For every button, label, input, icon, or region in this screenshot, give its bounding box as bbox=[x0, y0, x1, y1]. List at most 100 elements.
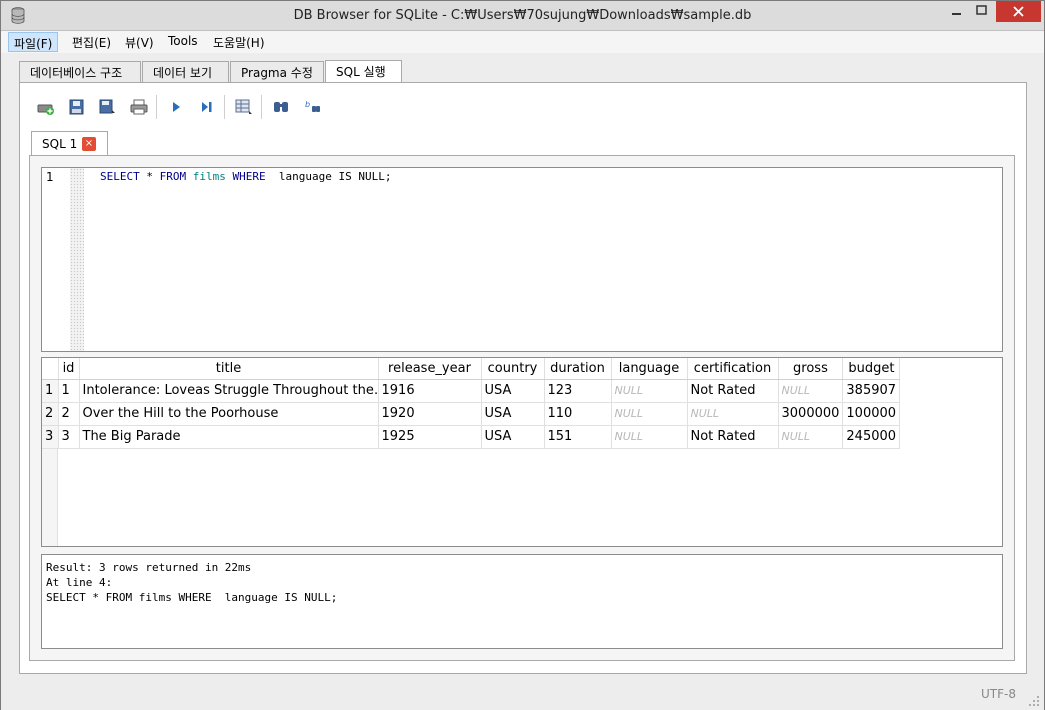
cell-duration[interactable]: 110 bbox=[544, 402, 612, 426]
cell-language[interactable]: NULL bbox=[611, 402, 688, 426]
close-icon bbox=[1013, 6, 1024, 17]
sql-editor[interactable]: 1 SELECT * FROM films WHERE language IS … bbox=[41, 167, 1003, 352]
tab-edit-pragmas[interactable]: Pragma 수정 bbox=[230, 61, 324, 82]
window-title: DB Browser for SQLite - C:₩Users₩70sujun… bbox=[293, 8, 752, 23]
cell-duration[interactable]: 123 bbox=[544, 379, 612, 403]
column-header[interactable]: gross bbox=[778, 358, 844, 380]
sql-code[interactable]: SELECT * FROM films WHERE language IS NU… bbox=[100, 170, 391, 183]
cell-gross[interactable]: NULL bbox=[778, 425, 844, 449]
save-sql-icon[interactable] bbox=[99, 98, 117, 116]
cell-release-year[interactable]: 1920 bbox=[378, 402, 482, 426]
results-table: id title release_year country duration l… bbox=[42, 358, 901, 449]
sql-keyword: FROM bbox=[159, 170, 187, 183]
cell-country[interactable]: USA bbox=[481, 402, 545, 426]
execute-sql-panel: b SQL 1 × 1 SELECT * FROM films WHERE la… bbox=[19, 82, 1027, 674]
resize-grip-icon[interactable] bbox=[1028, 695, 1040, 707]
close-tab-icon[interactable]: × bbox=[82, 137, 96, 151]
results-grid[interactable]: id title release_year country duration l… bbox=[41, 357, 1003, 547]
print-icon[interactable] bbox=[130, 98, 148, 116]
line-number: 1 bbox=[46, 170, 54, 184]
line-number-gutter: 1 bbox=[42, 168, 70, 351]
maximize-button[interactable] bbox=[969, 1, 994, 22]
maximize-icon bbox=[976, 5, 987, 15]
row-number[interactable]: 3 bbox=[42, 425, 59, 449]
sql-tab-label: SQL 1 bbox=[42, 137, 78, 151]
column-header[interactable]: duration bbox=[544, 358, 612, 380]
find-replace-icon[interactable]: b bbox=[304, 98, 322, 116]
cell-title[interactable]: Over the Hill to the Poorhouse bbox=[79, 402, 379, 426]
find-icon[interactable] bbox=[272, 98, 290, 116]
tab-database-structure[interactable]: 데이터베이스 구조 bbox=[19, 61, 141, 82]
close-button[interactable] bbox=[996, 1, 1041, 22]
menu-bar: 파일(F) 편집(E) 뷰(V) Tools 도움말(H) bbox=[1, 31, 1044, 53]
tab-browse-data[interactable]: 데이터 보기 bbox=[142, 61, 229, 82]
line-message: At line 4: bbox=[46, 576, 113, 589]
execute-line-icon[interactable] bbox=[198, 98, 216, 116]
execute-all-icon[interactable] bbox=[167, 98, 185, 116]
svg-text:b: b bbox=[305, 100, 310, 109]
execution-message-pane[interactable]: Result: 3 rows returned in 22ms At line 4… bbox=[41, 554, 1003, 649]
cell-country[interactable]: USA bbox=[481, 425, 545, 449]
sql-token: * bbox=[139, 170, 160, 183]
minimize-button[interactable] bbox=[943, 1, 969, 22]
menu-file[interactable]: 파일(F) bbox=[8, 32, 59, 52]
cell-release-year[interactable]: 1916 bbox=[378, 379, 482, 403]
tab-sql-1[interactable]: SQL 1 × bbox=[31, 131, 108, 155]
minimize-icon bbox=[952, 13, 961, 15]
toolbar-separator bbox=[224, 95, 225, 119]
menu-tools[interactable]: Tools bbox=[163, 32, 203, 52]
cell-certification[interactable]: Not Rated bbox=[687, 425, 779, 449]
column-header[interactable]: budget bbox=[842, 358, 901, 380]
cell-budget[interactable]: 245000 bbox=[842, 425, 901, 449]
cell-certification[interactable]: NULL bbox=[687, 402, 779, 426]
cell-country[interactable]: USA bbox=[481, 379, 545, 403]
cell-language[interactable]: NULL bbox=[611, 379, 688, 403]
menu-help[interactable]: 도움말(H) bbox=[208, 32, 270, 52]
header-row: id title release_year country duration l… bbox=[42, 358, 901, 380]
sql-keyword: SELECT bbox=[100, 170, 140, 183]
cell-id[interactable]: 3 bbox=[58, 425, 80, 449]
column-header[interactable]: language bbox=[611, 358, 688, 380]
app-window: DB Browser for SQLite - C:₩Users₩70sujun… bbox=[0, 0, 1045, 710]
save-results-icon[interactable] bbox=[235, 98, 253, 116]
column-header[interactable]: release_year bbox=[378, 358, 482, 380]
table-row[interactable]: 2 2 Over the Hill to the Poorhouse 1920 … bbox=[42, 402, 901, 426]
table-row[interactable]: 3 3 The Big Parade 1925 USA 151 NULL Not… bbox=[42, 425, 901, 449]
toolbar-separator bbox=[261, 95, 262, 119]
fold-margin bbox=[70, 168, 84, 351]
column-header[interactable]: id bbox=[58, 358, 80, 380]
column-header[interactable]: title bbox=[79, 358, 379, 380]
cell-release-year[interactable]: 1925 bbox=[378, 425, 482, 449]
cell-budget[interactable]: 100000 bbox=[842, 402, 901, 426]
executed-query: SELECT * FROM films WHERE language IS NU… bbox=[46, 591, 338, 604]
column-header[interactable]: country bbox=[481, 358, 545, 380]
cell-gross[interactable]: 3000000 bbox=[778, 402, 844, 426]
open-sql-icon[interactable] bbox=[68, 98, 86, 116]
cell-id[interactable]: 1 bbox=[58, 379, 80, 403]
cell-title[interactable]: Intolerance: Loveas Struggle Throughout … bbox=[79, 379, 379, 403]
cell-duration[interactable]: 151 bbox=[544, 425, 612, 449]
open-tab-icon[interactable] bbox=[37, 98, 55, 116]
column-header[interactable]: certification bbox=[687, 358, 779, 380]
cell-budget[interactable]: 385907 bbox=[842, 379, 901, 403]
result-message: Result: 3 rows returned in 22ms bbox=[46, 561, 252, 574]
encoding-label: UTF-8 bbox=[981, 687, 1016, 701]
cell-certification[interactable]: Not Rated bbox=[687, 379, 779, 403]
menu-view[interactable]: 뷰(V) bbox=[120, 32, 159, 52]
row-header-column bbox=[42, 449, 58, 546]
tab-execute-sql[interactable]: SQL 실행 bbox=[325, 60, 402, 83]
cell-gross[interactable]: NULL bbox=[778, 379, 844, 403]
sql-tab-panel: 1 SELECT * FROM films WHERE language IS … bbox=[29, 155, 1015, 661]
table-row[interactable]: 1 1 Intolerance: Loveas Struggle Through… bbox=[42, 379, 901, 403]
row-number[interactable]: 1 bbox=[42, 379, 59, 403]
sql-table-name: films bbox=[192, 170, 226, 183]
cell-id[interactable]: 2 bbox=[58, 402, 80, 426]
sql-token: language IS NULL; bbox=[265, 170, 392, 183]
menu-edit[interactable]: 편집(E) bbox=[67, 32, 116, 52]
corner-cell[interactable] bbox=[42, 358, 59, 380]
sql-keyword: WHERE bbox=[232, 170, 266, 183]
cell-language[interactable]: NULL bbox=[611, 425, 688, 449]
row-number[interactable]: 2 bbox=[42, 402, 59, 426]
cell-title[interactable]: The Big Parade bbox=[79, 425, 379, 449]
toolbar-separator bbox=[156, 95, 157, 119]
